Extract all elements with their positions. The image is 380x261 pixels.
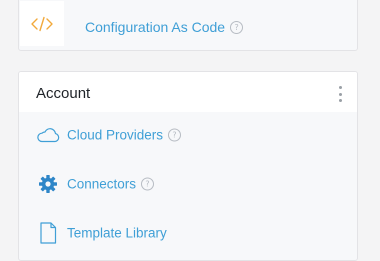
account-card: Account Cloud Providers ? Connectors ? T… [18, 71, 358, 261]
menu-item-label: Template Library [67, 225, 167, 241]
menu-item-connectors[interactable]: Connectors ? [19, 164, 357, 204]
gear-icon [36, 172, 60, 196]
help-icon[interactable]: ? [168, 128, 182, 142]
menu-item-label: Cloud Providers [67, 127, 164, 143]
menu-item-template-library[interactable]: Template Library [19, 213, 357, 253]
menu-item-cloud-providers[interactable]: Cloud Providers ? [19, 115, 357, 155]
account-header: Account [19, 72, 357, 112]
template-library-link[interactable]: Template Library [67, 226, 167, 241]
configuration-as-code-label: Configuration As Code [85, 19, 226, 35]
account-title: Account [36, 85, 91, 102]
menu-item-label: Connectors [67, 176, 137, 192]
connectors-link[interactable]: Connectors ? [67, 176, 155, 192]
help-icon[interactable]: ? [230, 20, 244, 34]
help-icon[interactable]: ? [141, 177, 155, 191]
configuration-as-code-link[interactable]: Configuration As Code ? [85, 19, 244, 35]
code-icon [31, 16, 53, 31]
cloud-providers-link[interactable]: Cloud Providers ? [67, 127, 182, 143]
document-icon [36, 221, 60, 245]
cloud-icon [36, 123, 60, 147]
configuration-as-code-card[interactable]: Configuration As Code ? [18, 0, 358, 51]
more-vertical-icon[interactable] [337, 86, 343, 102]
code-icon-tile [20, 1, 64, 46]
